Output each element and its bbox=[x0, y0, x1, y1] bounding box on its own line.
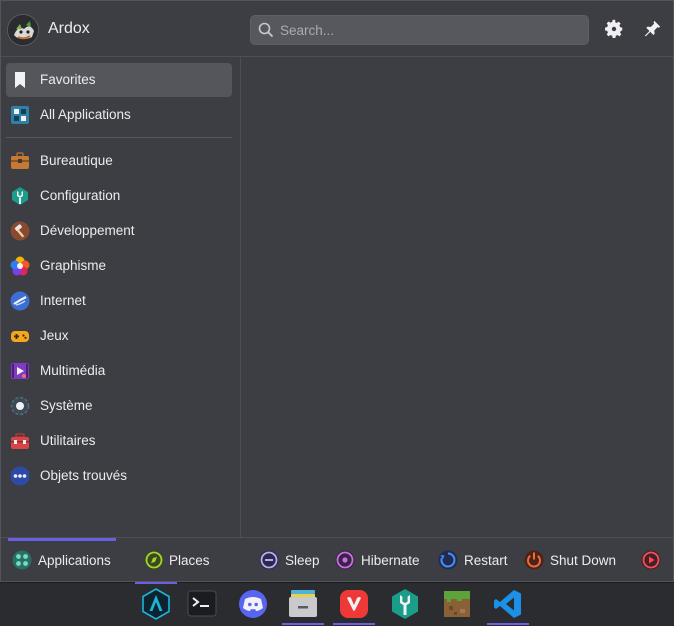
category-sidebar: Favorites All Applications Bureautique C… bbox=[1, 57, 241, 537]
sidebar-item-label: Configuration bbox=[40, 188, 121, 203]
vivaldi-icon bbox=[340, 590, 368, 618]
palette-icon bbox=[10, 256, 30, 276]
sidebar-item-jeux[interactable]: Jeux bbox=[6, 319, 232, 353]
sidebar-item-label: Internet bbox=[40, 293, 86, 308]
settings-wrench-icon bbox=[392, 589, 418, 619]
sidebar-item-objets-trouves[interactable]: Objets trouvés bbox=[6, 459, 232, 493]
discord-icon bbox=[239, 590, 267, 618]
sidebar-item-label: All Applications bbox=[40, 107, 131, 122]
taskbar bbox=[0, 582, 674, 626]
restart-icon bbox=[438, 550, 458, 570]
taskbar-app-system-settings[interactable] bbox=[388, 587, 422, 621]
sleep-label: Sleep bbox=[285, 553, 320, 568]
application-launcher: Ardox Favorites bbox=[0, 0, 674, 582]
terminal-icon bbox=[187, 590, 217, 617]
shutdown-button[interactable]: Shut Down bbox=[524, 550, 620, 570]
briefcase-icon bbox=[11, 152, 29, 169]
restart-label: Restart bbox=[464, 553, 508, 568]
tab-places[interactable]: Places bbox=[140, 538, 220, 582]
wrench-icon bbox=[12, 187, 28, 205]
favorites-content-area bbox=[242, 57, 673, 537]
sidebar-item-label: Objets trouvés bbox=[40, 468, 128, 483]
pin-button[interactable] bbox=[641, 18, 663, 40]
system-icon bbox=[10, 396, 30, 416]
active-tab-indicator bbox=[8, 538, 116, 541]
taskbar-app-launcher[interactable] bbox=[135, 582, 177, 621]
active-app-indicator bbox=[282, 623, 324, 625]
sidebar-item-multimedia[interactable]: Multimédia bbox=[6, 354, 232, 388]
sidebar-item-label: Développement bbox=[40, 223, 135, 238]
restart-button[interactable]: Restart bbox=[438, 550, 512, 570]
tab-label: Applications bbox=[38, 553, 111, 568]
active-app-indicator bbox=[333, 623, 375, 625]
search-icon bbox=[258, 22, 274, 38]
toolbox-icon bbox=[11, 433, 29, 449]
taskbar-app-file-manager[interactable] bbox=[282, 587, 324, 625]
sidebar-item-bureautique[interactable]: Bureautique bbox=[6, 144, 232, 178]
username: Ardox bbox=[48, 20, 90, 37]
settings-button[interactable] bbox=[603, 18, 625, 40]
bookmark-icon bbox=[15, 72, 25, 88]
sidebar-item-all-applications[interactable]: All Applications bbox=[6, 98, 232, 132]
sidebar-item-internet[interactable]: Internet bbox=[6, 284, 232, 318]
minecraft-icon bbox=[444, 591, 470, 617]
sleep-icon bbox=[259, 550, 279, 570]
active-app-indicator bbox=[487, 623, 529, 625]
taskbar-app-vivaldi[interactable] bbox=[333, 587, 375, 625]
sidebar-item-label: Bureautique bbox=[40, 153, 113, 168]
sidebar-item-utilitaires[interactable]: Utilitaires bbox=[6, 424, 232, 458]
hibernate-button[interactable]: Hibernate bbox=[335, 550, 425, 570]
pin-icon bbox=[644, 20, 661, 37]
search-input[interactable] bbox=[280, 20, 580, 40]
leave-icon bbox=[641, 550, 661, 570]
sidebar-item-label: Jeux bbox=[40, 328, 69, 343]
sidebar-item-systeme[interactable]: Système bbox=[6, 389, 232, 423]
tab-applications[interactable]: Applications bbox=[8, 538, 116, 582]
sidebar-item-favorites[interactable]: Favorites bbox=[6, 63, 232, 97]
compass-icon bbox=[144, 550, 164, 570]
sidebar-item-label: Favorites bbox=[40, 72, 96, 87]
taskbar-app-vscode[interactable] bbox=[487, 587, 529, 625]
hibernate-label: Hibernate bbox=[361, 553, 420, 568]
vscode-icon bbox=[494, 590, 521, 618]
hibernate-icon bbox=[335, 550, 355, 570]
sidebar-item-label: Multimédia bbox=[40, 363, 106, 378]
media-icon bbox=[11, 363, 29, 379]
sidebar-item-configuration[interactable]: Configuration bbox=[6, 179, 232, 213]
sidebar-item-graphisme[interactable]: Graphisme bbox=[6, 249, 232, 283]
active-app-indicator bbox=[135, 582, 177, 584]
leave-menu-button[interactable] bbox=[641, 550, 661, 570]
sidebar-item-label: Graphisme bbox=[40, 258, 107, 273]
hammer-icon bbox=[10, 221, 30, 241]
globe-icon bbox=[10, 291, 30, 311]
taskbar-app-minecraft[interactable] bbox=[440, 587, 474, 621]
shutdown-label: Shut Down bbox=[550, 553, 617, 568]
sidebar-item-label: Utilitaires bbox=[40, 433, 96, 448]
sidebar-divider bbox=[6, 137, 232, 138]
taskbar-app-discord[interactable] bbox=[236, 587, 270, 621]
sidebar-item-label: Système bbox=[40, 398, 93, 413]
gamepad-icon bbox=[11, 331, 29, 342]
sleep-button[interactable]: Sleep bbox=[259, 550, 321, 570]
taskbar-app-terminal[interactable] bbox=[185, 587, 219, 621]
arch-launcher-icon bbox=[142, 588, 170, 620]
dots-icon bbox=[10, 466, 30, 486]
avatar[interactable] bbox=[7, 14, 39, 46]
launcher-header: Ardox bbox=[1, 1, 673, 57]
sidebar-item-developpement[interactable]: Développement bbox=[6, 214, 232, 248]
gear-icon bbox=[605, 19, 623, 38]
applications-icon bbox=[12, 550, 32, 570]
tab-label: Places bbox=[169, 553, 210, 568]
launcher-footer: Applications Places Sleep Hibernate Rest… bbox=[1, 537, 673, 582]
shutdown-icon bbox=[524, 550, 544, 570]
grid-icon bbox=[11, 106, 29, 124]
file-manager-icon bbox=[289, 590, 317, 617]
search-box[interactable] bbox=[250, 15, 589, 45]
